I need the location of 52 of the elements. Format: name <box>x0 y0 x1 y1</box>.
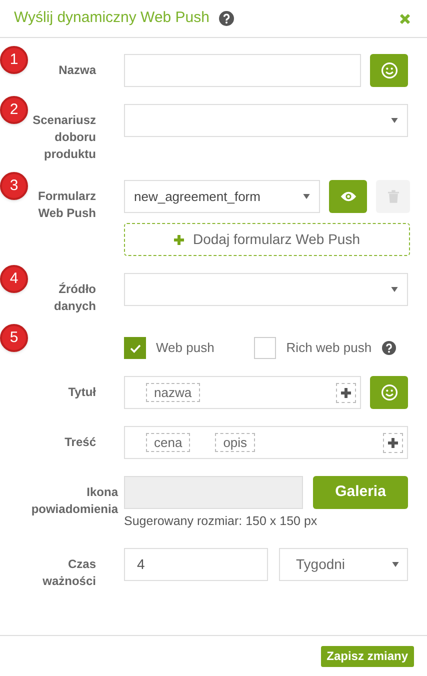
select-field[interactable] <box>124 104 408 137</box>
smiley-icon <box>380 62 398 79</box>
gallery-button[interactable]: Galeria <box>313 476 408 509</box>
field-label: Formularz Web Push <box>36 188 96 222</box>
select-field[interactable]: new_agreement_form <box>124 180 320 213</box>
checkbox-label: Rich web push <box>286 339 372 358</box>
plus-icon <box>341 388 351 398</box>
text-input-field[interactable] <box>124 54 361 87</box>
check-icon <box>130 344 140 352</box>
field-label: Treść <box>64 434 96 451</box>
help-icon <box>382 341 396 355</box>
caret-icon <box>391 287 398 292</box>
checkbox-label: Web push <box>156 339 214 358</box>
number-input-field[interactable]: 4 <box>124 548 268 581</box>
step-number-badge: 1 <box>0 46 28 74</box>
checkbox[interactable] <box>254 337 276 359</box>
field-label: Tytuł <box>67 384 96 401</box>
checkbox[interactable] <box>124 337 146 359</box>
tag-input-field[interactable]: nazwa <box>124 376 361 409</box>
plus-icon <box>388 438 398 448</box>
help-icon <box>219 11 234 26</box>
caret-icon <box>392 562 399 567</box>
variable-tag[interactable]: cena <box>146 433 190 452</box>
save-button[interactable]: Zapisz zmiany <box>320 646 414 666</box>
add-button[interactable] <box>383 432 403 452</box>
tag-input-field[interactable]: cena opis <box>124 426 408 459</box>
emoji-button[interactable] <box>370 54 408 87</box>
variable-tag[interactable]: opis <box>215 433 256 452</box>
preview-button[interactable] <box>329 180 367 213</box>
add-button[interactable] <box>336 382 356 402</box>
close-button[interactable] <box>399 12 413 26</box>
field-label: Scenariusz doboru produktu <box>32 112 96 163</box>
field-label: Ikona powiadomienia <box>30 484 118 518</box>
caret-icon <box>303 194 310 199</box>
select-field[interactable]: Tygodni <box>279 548 408 581</box>
plus-icon <box>174 234 184 244</box>
step-number-badge: 4 <box>0 265 28 293</box>
hint-text: Sugerowany rozmiar: 150 x 150 px <box>124 513 318 530</box>
field-label: Nazwa <box>58 62 96 79</box>
dialog-title: Wyślij dynamiczny Web Push <box>14 8 210 28</box>
step-number-badge: 3 <box>0 172 28 200</box>
add-form-button[interactable]: Dodaj formularz Web Push <box>124 223 410 256</box>
caret-icon <box>391 118 398 123</box>
smiley-icon <box>380 384 398 401</box>
variable-tag[interactable]: nazwa <box>146 383 200 402</box>
field-label: Czas ważności <box>42 556 96 590</box>
step-number-badge: 2 <box>0 96 28 124</box>
field-label: Źródło danych <box>52 281 96 315</box>
trash-icon <box>388 190 398 203</box>
step-number-badge: 5 <box>0 324 28 352</box>
emoji-button[interactable] <box>370 376 408 409</box>
select-field[interactable] <box>124 273 408 306</box>
